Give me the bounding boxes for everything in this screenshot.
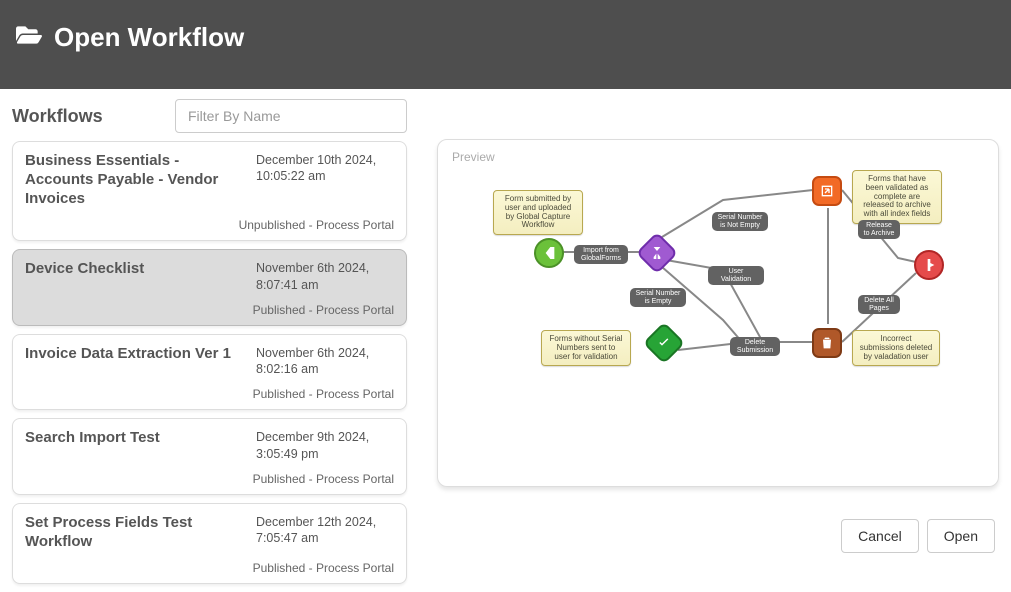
tag-import: Import from GlobalForms [574,245,628,264]
workflow-item[interactable]: Set Process Fields Test Workflow December… [12,503,407,585]
tag-not-empty: Serial Number is Not Empty [712,212,768,231]
note-incorrect: Incorrect submissions deleted by valadat… [852,330,940,366]
workflow-list-panel: Workflows Business Essentials - Accounts… [12,99,407,592]
workflow-status: Published - Process Portal [25,561,394,575]
preview-panel: Preview Form submitted by user and uploa… [437,139,999,487]
cancel-button[interactable]: Cancel [841,519,919,553]
workflow-date: December 10th 2024, 10:05:22 am [256,152,394,208]
workflow-date: December 12th 2024, 7:05:47 am [256,514,394,552]
end-node [914,250,944,280]
workflow-status: Unpublished - Process Portal [25,218,394,232]
workflow-date: November 6th 2024, 8:07:41 am [256,260,394,293]
workflow-name: Invoice Data Extraction Ver 1 [25,345,240,378]
filter-input[interactable] [175,99,407,133]
tag-delete-pages: Delete All Pages [858,295,900,314]
workflow-name: Set Process Fields Test Workflow [25,514,240,552]
note-submitted: Form submitted by user and uploaded by G… [493,190,583,235]
workflow-item[interactable]: Invoice Data Extraction Ver 1 November 6t… [12,334,407,411]
workflow-name: Business Essentials - Accounts Payable -… [25,152,240,208]
modal-title: Open Workflow [54,22,244,53]
workflow-item[interactable]: Device Checklist November 6th 2024, 8:07:… [12,249,407,326]
release-node [812,176,842,206]
note-without-serial: Forms without Serial Numbers sent to use… [541,330,631,366]
workflow-date: November 6th 2024, 8:02:16 am [256,345,394,378]
workflow-item[interactable]: Search Import Test December 9th 2024, 3:0… [12,418,407,495]
note-validated: Forms that have been validated as comple… [852,170,942,224]
workflow-name: Device Checklist [25,260,240,293]
workflow-status: Published - Process Portal [25,303,394,317]
workflow-date: December 9th 2024, 3:05:49 pm [256,429,394,462]
modal-header: Open Workflow [0,0,1011,89]
open-button[interactable]: Open [927,519,995,553]
workflow-status: Published - Process Portal [25,387,394,401]
tag-release-archive: Release to Archive [858,220,900,239]
tag-user-validation: User Validation [708,266,764,285]
tag-empty: Serial Number is Empty [630,288,686,307]
workflows-heading: Workflows [12,106,103,127]
tag-delete-submission: Delete Submission [730,337,780,356]
workflow-item[interactable]: Business Essentials - Accounts Payable -… [12,141,407,241]
workflow-name: Search Import Test [25,429,240,462]
workflow-status: Published - Process Portal [25,472,394,486]
delete-node [812,328,842,358]
folder-open-icon [16,22,42,53]
start-node [534,238,564,268]
footer-actions: Cancel Open [841,519,995,553]
